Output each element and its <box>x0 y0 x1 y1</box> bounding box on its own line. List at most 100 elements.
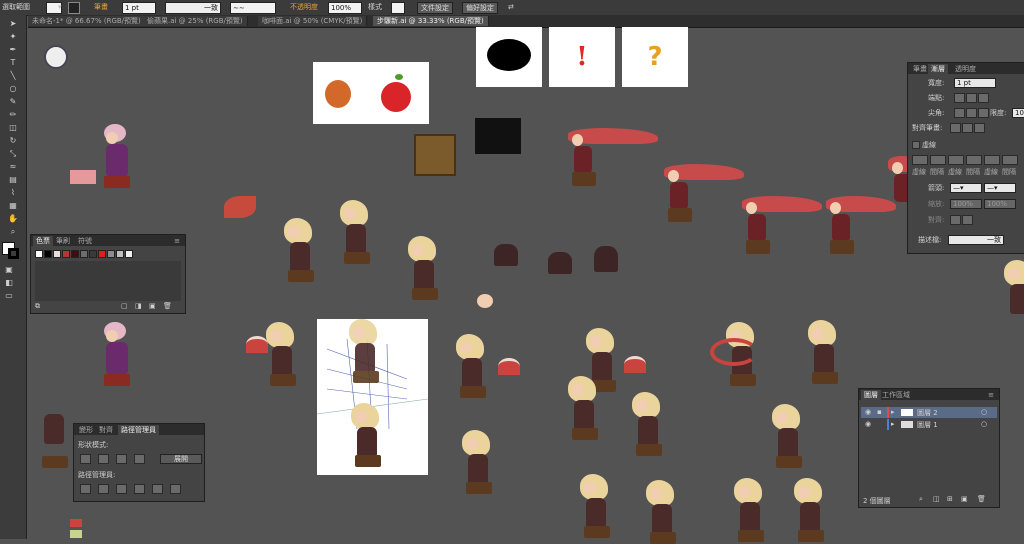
artboard-perspective[interactable] <box>317 319 428 475</box>
opacity-field[interactable]: 100% <box>328 2 362 14</box>
merge-icon[interactable] <box>116 484 127 494</box>
fan-prop[interactable] <box>498 358 520 375</box>
tab-stroke[interactable]: 筆畫 <box>910 64 930 74</box>
brush-definition[interactable]: ∼∼ <box>230 2 276 14</box>
target-icon[interactable]: ○ <box>981 420 987 428</box>
axe-prop[interactable] <box>224 196 256 218</box>
swatch-options-icon[interactable]: ◨ <box>135 302 142 310</box>
divide-icon[interactable] <box>80 484 91 494</box>
type-tool-icon[interactable]: T <box>7 58 19 68</box>
color-swatch[interactable] <box>71 250 79 258</box>
color-chip[interactable] <box>70 519 82 527</box>
dashed-checkbox[interactable] <box>912 141 920 149</box>
square-cap-icon[interactable] <box>978 93 989 103</box>
tab-symbols[interactable]: 符號 <box>75 236 95 246</box>
fan-prop[interactable] <box>624 356 646 373</box>
pencil-tool-icon[interactable]: ✏ <box>7 110 19 120</box>
pen-tool-icon[interactable]: ✒ <box>7 45 19 55</box>
locate-object-icon[interactable]: ⌕ <box>919 495 923 504</box>
expand-button[interactable]: 展開 <box>160 454 202 464</box>
layer-name[interactable]: 圖層 1 <box>917 420 938 430</box>
bevel-join-icon[interactable] <box>978 108 989 118</box>
blond-character[interactable] <box>642 480 682 544</box>
expand-triangle-icon[interactable]: ▸ <box>891 408 895 416</box>
minus-front-icon[interactable] <box>98 454 109 464</box>
eraser-tool-icon[interactable]: ◫ <box>7 123 19 133</box>
arrow-align-extend-icon[interactable] <box>950 215 961 225</box>
artboard-speech-bubble[interactable] <box>476 27 542 87</box>
profile-select[interactable]: 一致 <box>948 235 1004 245</box>
dash-gap-field[interactable] <box>948 155 964 165</box>
trim-icon[interactable] <box>98 484 109 494</box>
blond-character[interactable] <box>452 334 492 426</box>
hood-part[interactable] <box>548 252 572 274</box>
scale-start-field[interactable]: 100% <box>950 199 982 209</box>
arrow-align-place-icon[interactable] <box>962 215 973 225</box>
new-sublayer-icon[interactable]: ⊞ <box>947 495 953 503</box>
color-chip[interactable] <box>70 530 82 538</box>
artboard-exclamation[interactable]: ! <box>549 27 615 87</box>
document-setup-button[interactable]: 文件設定 <box>417 2 453 14</box>
artboard-question[interactable]: ? <box>622 27 688 87</box>
butt-cap-icon[interactable] <box>954 93 965 103</box>
color-swatch[interactable] <box>107 250 115 258</box>
blond-character[interactable] <box>790 478 830 542</box>
purple-character[interactable] <box>100 124 140 190</box>
style-swatch[interactable] <box>391 2 405 14</box>
round-join-icon[interactable] <box>966 108 977 118</box>
stroke-label[interactable]: 筆畫 <box>94 2 108 12</box>
dash-gap-field[interactable] <box>984 155 1000 165</box>
wooden-crate[interactable] <box>414 134 456 176</box>
tab-document-3[interactable]: 咖啡面.ai @ 50% (CMYK/預覽) <box>258 16 368 26</box>
zoom-tool-icon[interactable]: ⌕ <box>7 227 19 237</box>
dash-gap-field[interactable] <box>912 155 928 165</box>
stroke-color-icon[interactable] <box>8 248 19 259</box>
trash-icon[interactable]: 🗑 <box>163 302 172 310</box>
arrowhead-start-select[interactable]: —▾ <box>950 183 982 193</box>
layer-row[interactable]: ◉ ▸ 圖層 1 ○ <box>861 419 997 430</box>
color-swatch[interactable] <box>89 250 97 258</box>
blond-character[interactable] <box>768 404 808 484</box>
variable-width-profile[interactable]: 一致 <box>165 2 221 14</box>
purple-character[interactable] <box>100 322 140 388</box>
exclude-icon[interactable] <box>134 454 145 464</box>
eye-icon[interactable]: ◉ <box>865 408 871 416</box>
color-mode-icon[interactable]: ▣ <box>3 265 15 275</box>
color-swatch[interactable] <box>80 250 88 258</box>
artboard-fruits[interactable] <box>313 62 429 124</box>
tab-document-2[interactable]: 偷蘋果.ai @ 25% (RGB/預覽) <box>143 16 248 26</box>
blond-character[interactable] <box>730 478 770 542</box>
brush-tool-icon[interactable]: ✎ <box>7 97 19 107</box>
fan-swipe-prop[interactable] <box>710 338 758 366</box>
tab-document-1[interactable]: 未命名-1* @ 66.67% (RGB/預覽) <box>28 16 146 26</box>
panel-menu-icon[interactable]: ≡ <box>985 390 997 400</box>
color-swatch[interactable] <box>53 250 61 258</box>
draw-mode-icon[interactable]: ◧ <box>3 278 15 288</box>
gradient-tool-icon[interactable]: ▤ <box>7 175 19 185</box>
scale-tool-icon[interactable]: ⤡ <box>7 149 19 159</box>
graph-tool-icon[interactable]: ▦ <box>7 201 19 211</box>
chevron-down-icon[interactable]: ▾ <box>58 2 62 12</box>
expand-triangle-icon[interactable]: ▸ <box>891 420 895 428</box>
color-swatch[interactable] <box>44 250 52 258</box>
blond-character[interactable] <box>404 236 444 300</box>
arrowhead-end-select[interactable]: —▾ <box>984 183 1016 193</box>
tab-gradient[interactable]: 漸層 <box>928 64 948 74</box>
minus-back-icon[interactable] <box>170 484 181 494</box>
ellipse-tool-icon[interactable]: ○ <box>7 84 19 94</box>
tab-align[interactable]: 對齊 <box>96 425 116 435</box>
dash-gap-field[interactable] <box>930 155 946 165</box>
blond-character[interactable] <box>336 200 376 270</box>
dash-gap-field[interactable] <box>1002 155 1018 165</box>
preferences-button[interactable]: 偏好設定 <box>462 2 498 14</box>
arrange-icon[interactable]: ⇄ <box>508 2 514 12</box>
black-silhouette[interactable] <box>475 118 521 154</box>
color-swatch[interactable] <box>35 250 43 258</box>
red-hair-character[interactable] <box>826 196 896 280</box>
layer-name[interactable]: 圖層 2 <box>917 408 938 418</box>
miter-join-icon[interactable] <box>954 108 965 118</box>
color-swatch[interactable] <box>125 250 133 258</box>
hood-part[interactable] <box>494 244 518 266</box>
new-group-icon[interactable]: ▢ <box>121 302 128 310</box>
align-inside-icon[interactable] <box>962 123 973 133</box>
